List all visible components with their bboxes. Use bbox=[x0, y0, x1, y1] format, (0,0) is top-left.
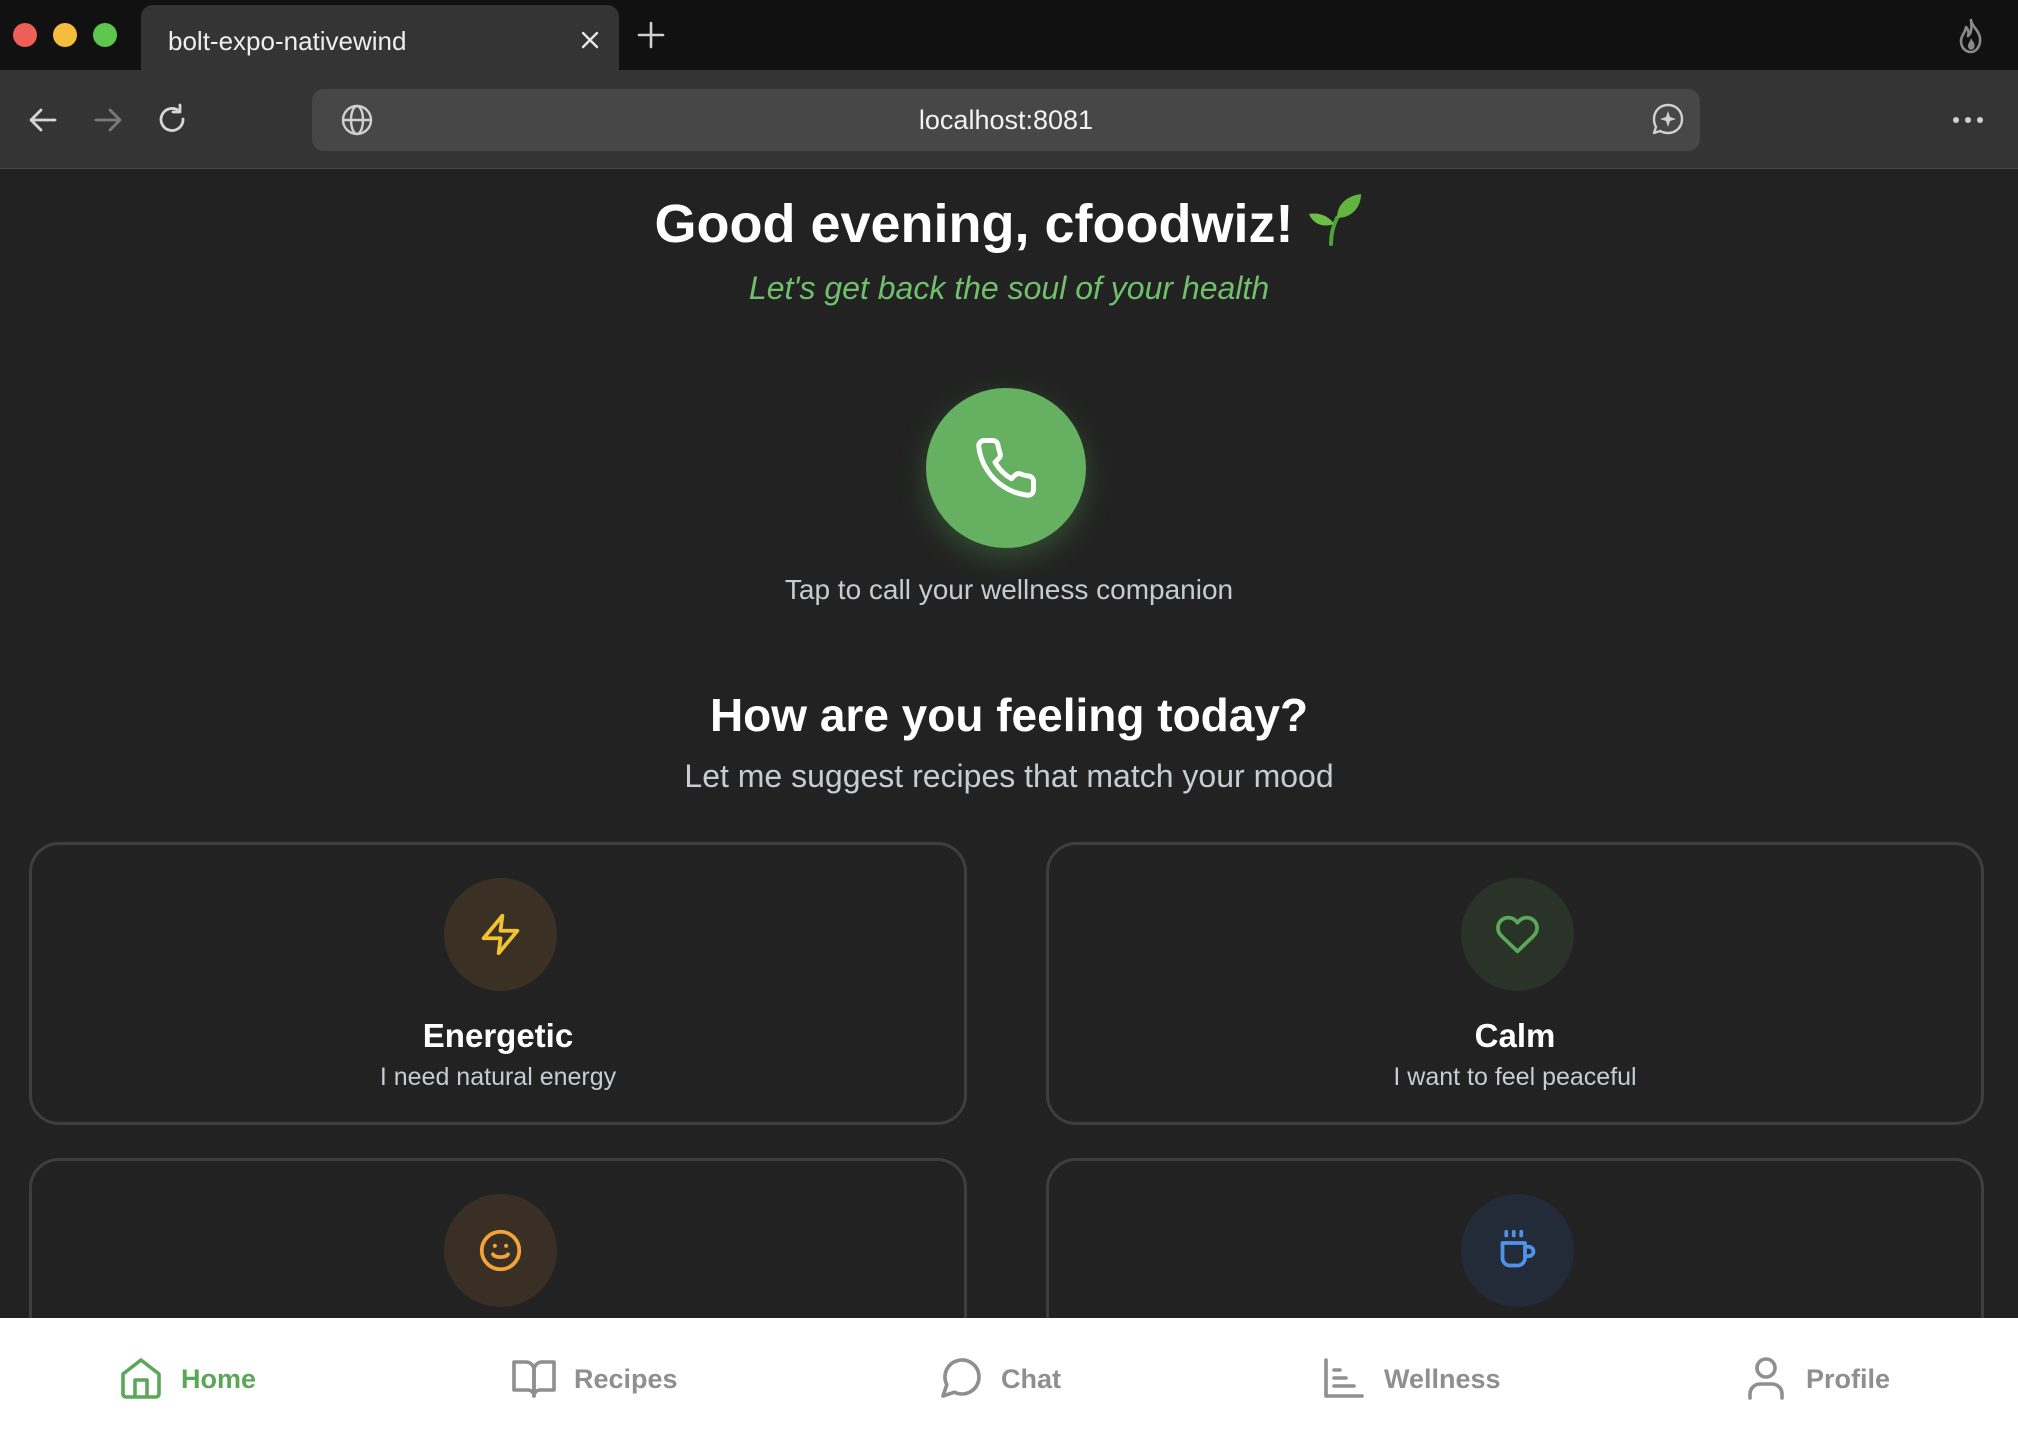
mood-card-tired[interactable] bbox=[1046, 1158, 1984, 1318]
mood-card-calm[interactable]: Calm I want to feel peaceful bbox=[1046, 842, 1984, 1125]
mood-description: I need natural energy bbox=[379, 1063, 617, 1091]
mood-icon-circle bbox=[444, 878, 557, 991]
bottom-tab-bar: Home Recipes Chat Wellness Profile bbox=[0, 1318, 2018, 1436]
window-minimize-button[interactable] bbox=[53, 23, 77, 47]
call-caption: Tap to call your wellness companion bbox=[784, 574, 1234, 605]
book-icon bbox=[512, 1360, 556, 1398]
mood-icon-circle bbox=[444, 1194, 557, 1307]
greeting-heading: Good evening, cfoodwiz! bbox=[0, 190, 2018, 255]
tab-label: Home bbox=[181, 1364, 257, 1394]
chat-icon bbox=[941, 1358, 981, 1398]
tab-label: Profile bbox=[1806, 1364, 1891, 1394]
mood-description: I want to feel peaceful bbox=[1393, 1063, 1637, 1091]
phone-icon bbox=[976, 438, 1036, 498]
more-options-icon[interactable] bbox=[1950, 105, 1986, 135]
heart-icon bbox=[1496, 915, 1539, 954]
browser-titlebar: bolt-expo-nativewind bbox=[0, 0, 2018, 72]
mood-name: Calm bbox=[1474, 1017, 1556, 1054]
tab-title: bolt-expo-nativewind bbox=[168, 26, 407, 56]
url-text: localhost:8081 bbox=[918, 105, 1094, 135]
close-icon[interactable] bbox=[581, 31, 599, 49]
address-bar[interactable]: localhost:8081 bbox=[312, 89, 1700, 151]
feeling-subtitle: Let me suggest recipes that match your m… bbox=[684, 758, 1334, 794]
tab-label: Chat bbox=[1001, 1364, 1061, 1394]
forward-arrow-icon[interactable] bbox=[90, 102, 126, 138]
tab-label: Wellness bbox=[1384, 1364, 1501, 1394]
assistant-sparkle-icon[interactable] bbox=[1650, 101, 1686, 137]
greeting-text: Good evening, cfoodwiz! bbox=[654, 194, 1294, 254]
mood-name: Energetic bbox=[422, 1017, 574, 1054]
browser-toolbar: localhost:8081 bbox=[0, 70, 2018, 169]
chart-icon bbox=[1324, 1358, 1364, 1398]
new-tab-plus-icon[interactable] bbox=[636, 20, 666, 50]
feeling-title: How are you feeling today? bbox=[709, 689, 1309, 741]
back-arrow-icon[interactable] bbox=[25, 102, 61, 138]
seedling-icon bbox=[1309, 194, 1362, 246]
mood-icon-circle bbox=[1461, 878, 1574, 991]
window-close-button[interactable] bbox=[13, 23, 37, 47]
reload-icon[interactable] bbox=[154, 102, 190, 138]
zap-icon bbox=[481, 913, 520, 956]
mood-card-happy[interactable] bbox=[29, 1158, 967, 1318]
call-companion-button[interactable] bbox=[926, 388, 1086, 548]
app-home-screen: Good evening, cfoodwiz! Let's get back t… bbox=[0, 170, 2018, 1318]
flame-icon[interactable] bbox=[1955, 18, 1987, 54]
smile-icon bbox=[479, 1229, 522, 1272]
mood-card-energetic[interactable]: Energetic I need natural energy bbox=[29, 842, 967, 1125]
tab-label: Recipes bbox=[574, 1364, 678, 1394]
mood-icon-circle bbox=[1461, 1194, 1574, 1307]
user-icon bbox=[1748, 1357, 1784, 1400]
tagline: Let's get back the soul of your health bbox=[748, 270, 1270, 306]
coffee-icon bbox=[1500, 1229, 1536, 1268]
home-icon bbox=[121, 1358, 161, 1399]
browser-tab[interactable]: bolt-expo-nativewind bbox=[141, 5, 619, 72]
window-maximize-button[interactable] bbox=[93, 23, 117, 47]
